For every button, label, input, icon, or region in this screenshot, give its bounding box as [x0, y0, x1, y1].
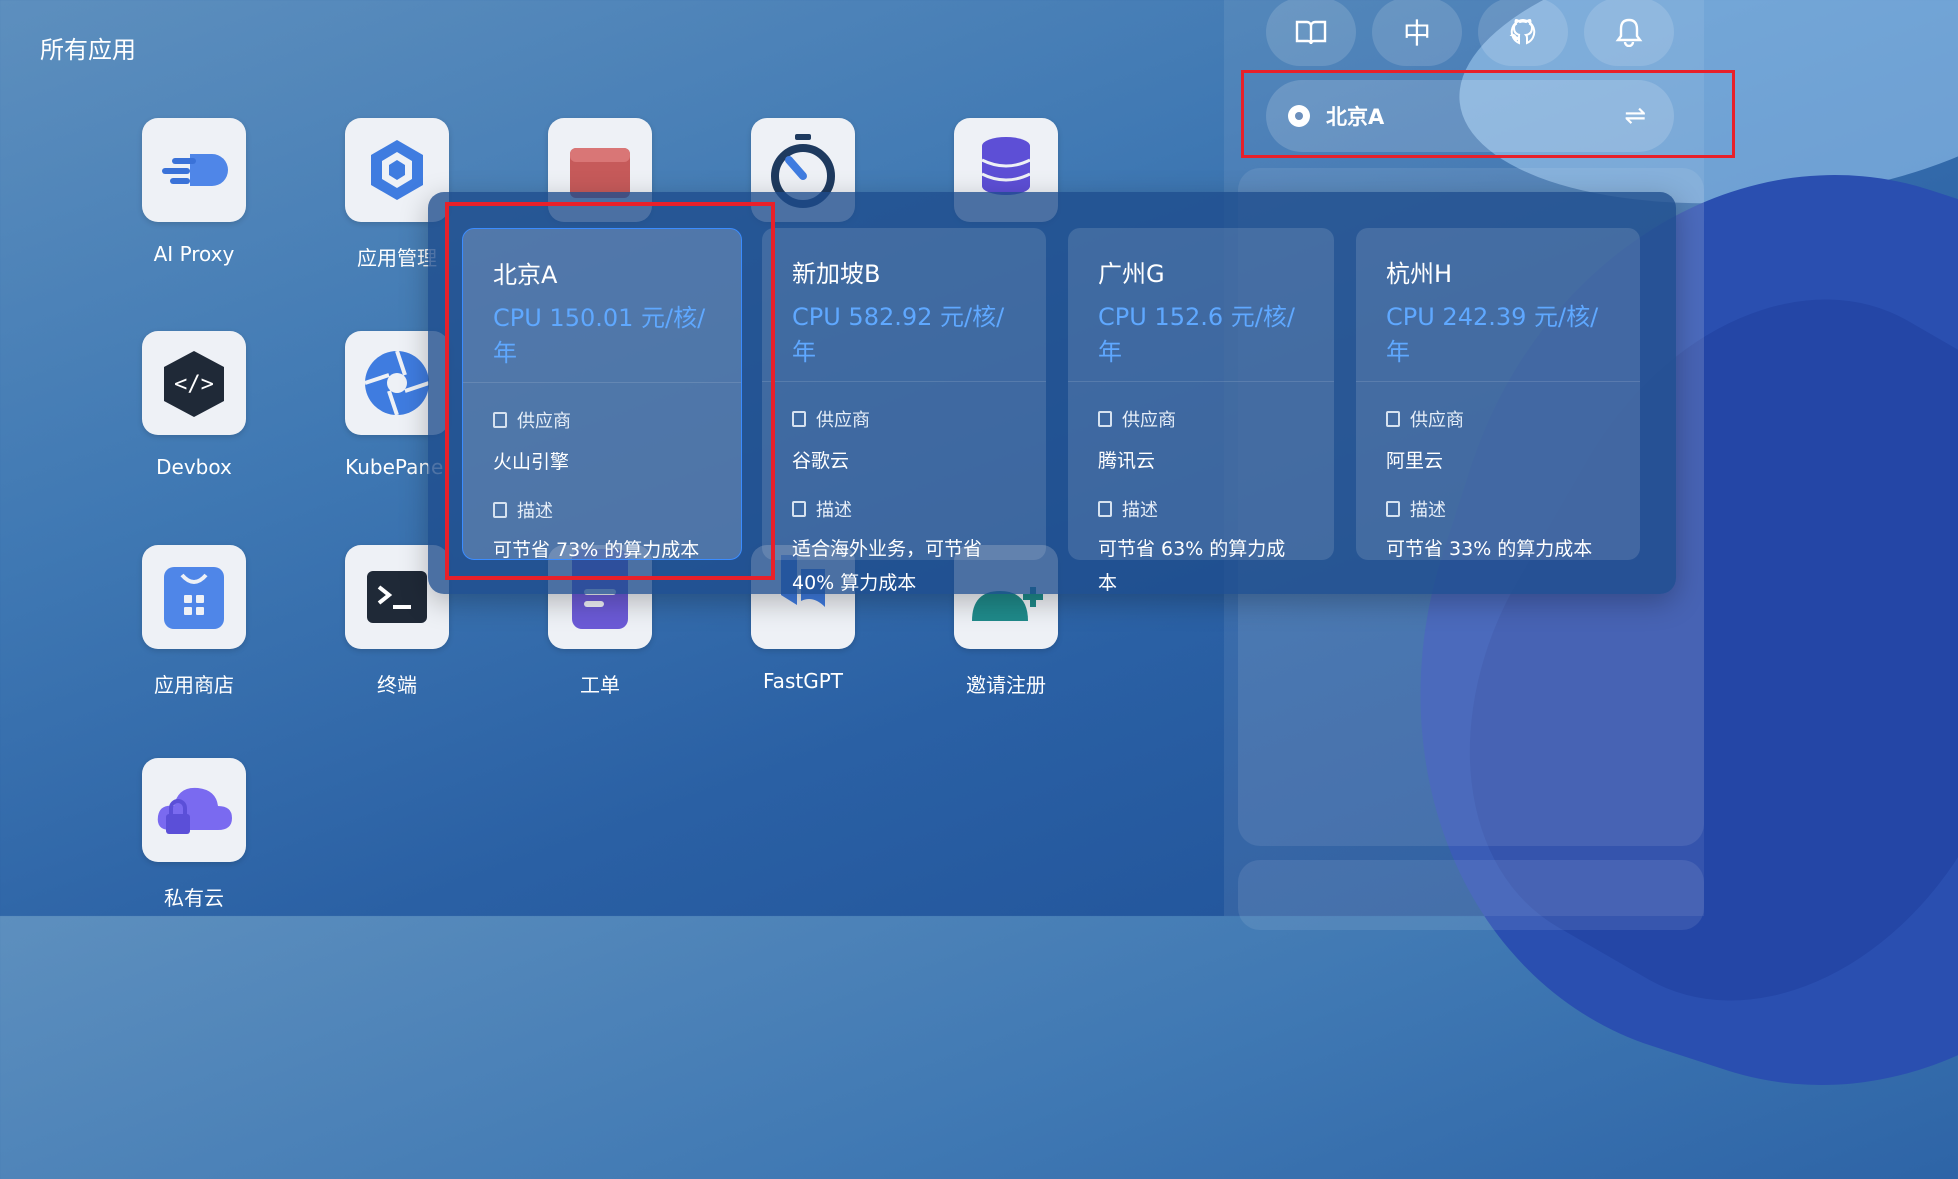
- ai-proxy-icon: [142, 118, 246, 222]
- app-label: 应用商店: [154, 673, 234, 697]
- description-label: 描述: [1410, 500, 1446, 521]
- provider-row: 供应商: [792, 406, 1016, 432]
- document-icon: [1386, 501, 1400, 517]
- description-value: 可节省 33% 的算力成本: [1386, 538, 1593, 560]
- divider: [1068, 381, 1334, 382]
- highlight-box: [1241, 70, 1735, 158]
- region-card-singapore-b[interactable]: 新加坡B CPU 582.92 元/核/年 供应商 谷歌云 描述 适合海外业务，…: [762, 228, 1046, 594]
- document-icon: [1098, 501, 1112, 517]
- region-price: CPU 152.6 元/核/年: [1098, 303, 1295, 366]
- region-card-guangzhou-g[interactable]: 广州G CPU 152.6 元/核/年 供应商 腾讯云 描述 可节省 63% 的…: [1068, 228, 1334, 594]
- provider-label: 供应商: [1410, 410, 1464, 431]
- building-icon: [1098, 411, 1112, 427]
- github-icon: [1509, 18, 1536, 45]
- language-button[interactable]: 中: [1372, 0, 1462, 66]
- region-card-hangzhou-h[interactable]: 杭州H CPU 242.39 元/核/年 供应商 阿里云 描述 可节省 33% …: [1356, 228, 1640, 560]
- building-icon: [792, 411, 806, 427]
- provider-label: 供应商: [1122, 410, 1176, 431]
- panel-card: [1238, 860, 1704, 930]
- devbox-icon: </>: [142, 331, 246, 435]
- provider-label: 供应商: [816, 410, 870, 431]
- highlight-box: [445, 202, 775, 580]
- app-ai-proxy[interactable]: AI Proxy: [124, 118, 264, 266]
- description-label: 描述: [816, 500, 852, 521]
- app-label: 邀请注册: [966, 673, 1046, 697]
- cloud-lock-icon: [142, 758, 246, 862]
- divider: [1356, 381, 1640, 382]
- notifications-button[interactable]: [1584, 0, 1674, 66]
- region-name: 新加坡B: [792, 260, 881, 288]
- store-bag-icon: [142, 545, 246, 649]
- provider-row: 供应商: [1386, 406, 1610, 432]
- app-app-store[interactable]: 应用商店: [124, 545, 264, 698]
- region-price: CPU 582.92 元/核/年: [792, 303, 1005, 366]
- app-private-cloud[interactable]: 私有云: [124, 758, 264, 911]
- description-value: 适合海外业务，可节省 40% 算力成本: [792, 538, 983, 594]
- provider-value: 阿里云: [1386, 450, 1444, 472]
- app-label: AI Proxy: [153, 242, 235, 266]
- divider: [762, 381, 1046, 382]
- app-label: Devbox: [156, 455, 232, 479]
- description-row: 描述: [1098, 496, 1304, 522]
- region-name: 广州G: [1098, 260, 1165, 288]
- description-value: 可节省 63% 的算力成本: [1098, 538, 1286, 594]
- section-title: 所有应用: [40, 36, 136, 64]
- region-name: 杭州H: [1386, 260, 1453, 288]
- description-row: 描述: [792, 496, 1016, 522]
- provider-value: 谷歌云: [792, 450, 850, 472]
- provider-value: 腾讯云: [1098, 450, 1156, 472]
- app-label: 终端: [377, 673, 417, 697]
- app-label: 工单: [580, 673, 620, 697]
- app-label: FastGPT: [763, 669, 843, 693]
- provider-row: 供应商: [1098, 406, 1304, 432]
- bell-icon: [1615, 18, 1643, 47]
- docs-button[interactable]: [1266, 0, 1356, 66]
- description-row: 描述: [1386, 496, 1610, 522]
- github-button[interactable]: [1478, 0, 1568, 66]
- description-label: 描述: [1122, 500, 1158, 521]
- language-label: 中: [1402, 17, 1431, 50]
- svg-text:</>: </>: [174, 372, 214, 397]
- app-label: 私有云: [164, 886, 224, 910]
- document-icon: [792, 501, 806, 517]
- app-devbox[interactable]: </> Devbox: [124, 331, 264, 479]
- region-price: CPU 242.39 元/核/年: [1386, 303, 1599, 366]
- building-icon: [1386, 411, 1400, 427]
- book-icon: [1295, 20, 1327, 45]
